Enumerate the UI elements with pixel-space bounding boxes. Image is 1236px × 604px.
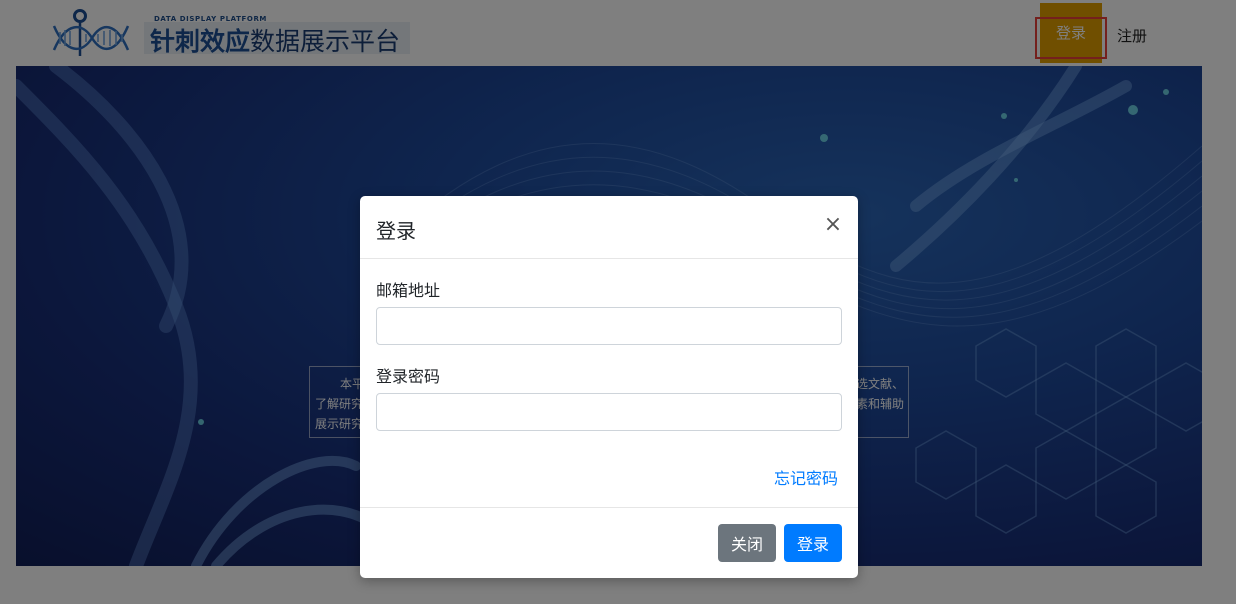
close-button[interactable]: 关闭: [718, 524, 776, 562]
password-label: 登录密码: [376, 367, 441, 386]
password-field[interactable]: [376, 393, 842, 431]
modal-title: 登录: [376, 219, 416, 243]
forgot-password-link[interactable]: 忘记密码: [774, 465, 838, 489]
login-button[interactable]: 登录: [784, 524, 842, 562]
email-field[interactable]: [376, 307, 842, 345]
modal-header: 登录 ×: [360, 196, 858, 259]
modal-footer: 关闭 登录: [360, 507, 858, 578]
close-icon[interactable]: ×: [822, 214, 844, 236]
email-label: 邮箱地址: [376, 281, 441, 300]
login-modal: 登录 × 邮箱地址 登录密码 忘记密码 关闭 登录: [360, 196, 858, 578]
